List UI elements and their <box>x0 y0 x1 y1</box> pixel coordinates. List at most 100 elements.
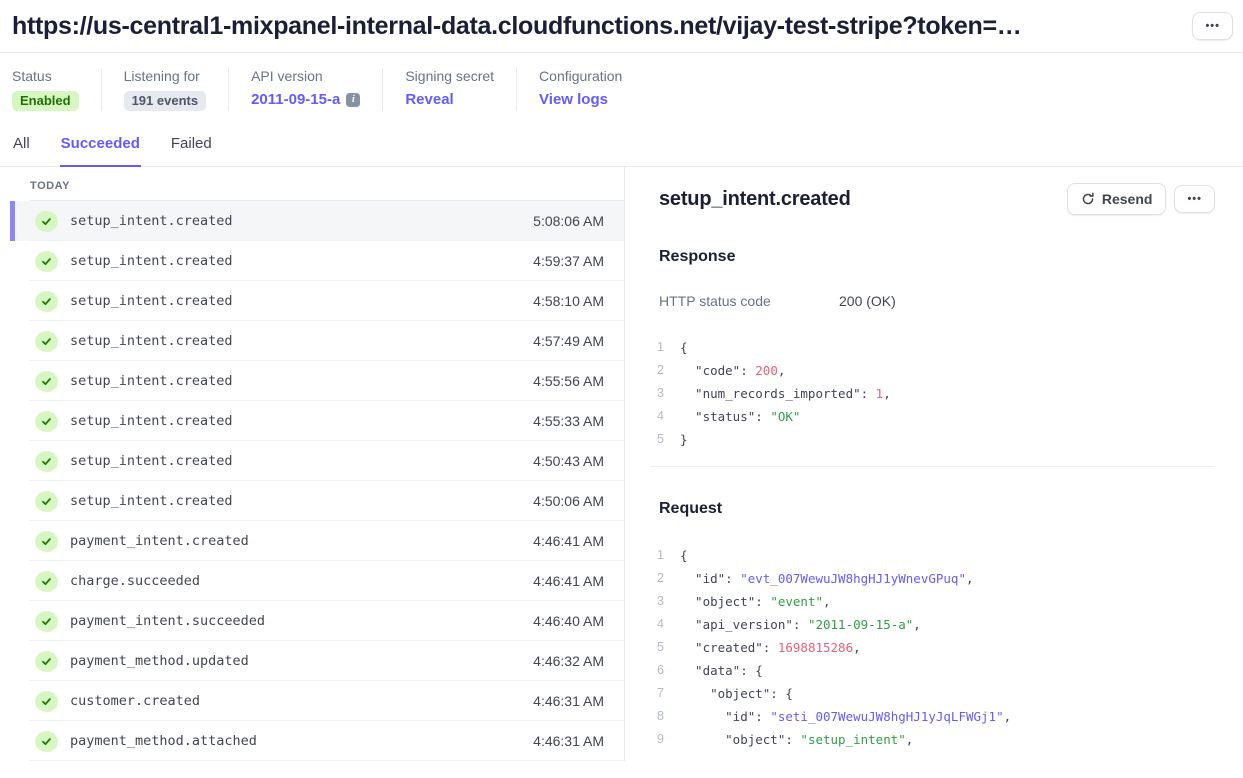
code-text: "num_records_imported": 1, <box>680 382 891 405</box>
reveal-link[interactable]: Reveal <box>405 91 453 108</box>
event-list-item[interactable]: setup_intent.created4:59:37 AM <box>10 241 624 281</box>
code-line: 4 "status": "OK" <box>650 405 1215 428</box>
event-time: 4:50:06 AM <box>533 493 604 509</box>
event-list-item[interactable]: setup_intent.created 4:55:33 AM <box>10 401 624 441</box>
event-list-item[interactable]: payment_intent.succeeded4:46:40 AM <box>10 601 624 641</box>
2011-09-15-a-link[interactable]: 2011-09-15-a <box>251 91 340 108</box>
event-time: 4:55:56 AM <box>533 373 604 389</box>
code-line: 3 "num_records_imported": 1, <box>650 382 1215 405</box>
status-bar: StatusEnabledListening for191 eventsAPI … <box>0 53 1243 133</box>
event-time: 4:46:31 AM <box>533 733 604 749</box>
event-list-item[interactable]: payment_method.attached4:46:31 AM <box>10 721 624 761</box>
event-list-item[interactable]: setup_intent.created5:08:06 AM <box>10 201 624 241</box>
event-name: payment_intent.created <box>70 533 249 549</box>
response-code-block: 1{2 "code": 200,3 "num_records_imported"… <box>650 336 1215 451</box>
event-name: setup_intent.created <box>70 413 233 429</box>
event-detail-pane: setup_intent.created Resend ••• Response… <box>625 167 1243 761</box>
event-list-item[interactable]: payment_intent.created 4:46:41 AM <box>10 521 624 561</box>
status-enabled-badge: Enabled <box>12 91 79 111</box>
event-time: 4:57:49 AM <box>533 333 604 349</box>
line-number: 5 <box>650 636 664 659</box>
success-check-icon <box>35 251 58 272</box>
status-group-status: Status Enabled <box>12 68 101 111</box>
http-status-label: HTTP status code <box>659 293 839 309</box>
event-name: setup_intent.created <box>70 493 233 509</box>
event-name: setup_intent.created <box>70 253 233 269</box>
event-filter-tabs: All Succeeded Failed <box>0 133 1243 167</box>
tab-succeeded[interactable]: Succeeded <box>60 133 141 167</box>
section-divider <box>650 466 1215 467</box>
event-list-item[interactable]: setup_intent.created 4:50:06 AM <box>10 481 624 521</box>
code-line: 5} <box>650 428 1215 451</box>
code-line: 5 "created": 1698815286, <box>650 636 1215 659</box>
line-number: 4 <box>650 405 664 428</box>
success-check-icon <box>35 411 58 432</box>
info-icon: i <box>346 93 360 107</box>
code-line: 2 "id": "evt_007WewuJW8hgHJ1yWnevGPuq", <box>650 567 1215 590</box>
event-list-item[interactable]: customer.created4:46:31 AM <box>10 681 624 721</box>
code-line: 4 "api_version": "2011-09-15-a", <box>650 613 1215 636</box>
request-section-heading: Request <box>659 500 1215 518</box>
event-time: 4:55:33 AM <box>533 413 604 429</box>
event-name: payment_method.updated <box>70 653 249 669</box>
event-time: 4:46:41 AM <box>533 533 604 549</box>
code-text: "api_version": "2011-09-15-a", <box>680 613 921 636</box>
event-list-item[interactable]: payment_method.updated 4:46:32 AM <box>10 641 624 681</box>
event-list-item[interactable]: charge.succeeded 4:46:41 AM <box>10 561 624 601</box>
event-name: charge.succeeded <box>70 573 200 589</box>
tab-all[interactable]: All <box>12 133 31 167</box>
success-check-icon <box>35 611 58 632</box>
line-number: 1 <box>650 544 664 567</box>
code-text: "object": "setup_intent", <box>680 728 913 751</box>
page-header: https://us-central1-mixpanel-internal-da… <box>0 0 1243 53</box>
code-text: { <box>680 544 688 567</box>
code-line: 1{ <box>650 336 1215 359</box>
status-group-label: Configuration <box>539 68 622 84</box>
event-list-item[interactable]: setup_intent.created4:58:10 AM <box>10 281 624 321</box>
event-time: 4:46:32 AM <box>533 653 604 669</box>
line-number: 8 <box>650 705 664 728</box>
line-number: 5 <box>650 428 664 451</box>
tab-failed[interactable]: Failed <box>170 133 213 167</box>
event-name: customer.created <box>70 693 200 709</box>
success-check-icon <box>35 371 58 392</box>
event-time: 4:46:41 AM <box>533 573 604 589</box>
line-number: 4 <box>650 613 664 636</box>
success-check-icon <box>35 531 58 552</box>
line-number: 2 <box>650 567 664 590</box>
view-logs-link[interactable]: View logs <box>539 91 608 108</box>
request-code-block: 1{2 "id": "evt_007WewuJW8hgHJ1yWnevGPuq"… <box>650 544 1215 751</box>
resend-button-label: Resend <box>1102 191 1153 207</box>
success-check-icon <box>35 651 58 672</box>
status-group-label: Signing secret <box>405 68 494 84</box>
status-group-label: Status <box>12 68 79 84</box>
http-status-value: 200 (OK) <box>839 293 896 309</box>
event-group-header: TODAY <box>30 167 624 201</box>
code-line: 1{ <box>650 544 1215 567</box>
success-check-icon <box>35 491 58 512</box>
code-text: "object": { <box>680 682 793 705</box>
main-content: TODAY setup_intent.created5:08:06 AMsetu… <box>0 167 1243 761</box>
code-line: 9 "object": "setup_intent", <box>650 728 1215 751</box>
event-detail-title: setup_intent.created <box>659 188 851 211</box>
response-section-heading: Response <box>659 248 1215 266</box>
code-text: "code": 200, <box>680 359 785 382</box>
line-number: 3 <box>650 382 664 405</box>
code-text: "created": 1698815286, <box>680 636 861 659</box>
line-number: 1 <box>650 336 664 359</box>
status-group-value: Enabled <box>12 91 79 111</box>
detail-more-button[interactable]: ••• <box>1174 185 1215 213</box>
event-list-item[interactable]: setup_intent.created4:55:56 AM <box>10 361 624 401</box>
status-group-value: 191 events <box>124 91 207 111</box>
event-list-item[interactable]: setup_intent.created4:50:43 AM <box>10 441 624 481</box>
header-more-button[interactable]: ••• <box>1192 12 1233 40</box>
success-check-icon <box>35 731 58 752</box>
status-group-api-version: API version 2011-09-15-a i <box>228 68 382 111</box>
events-count-badge: 191 events <box>124 91 207 111</box>
code-text: } <box>680 428 688 451</box>
status-group-label: API version <box>251 68 360 84</box>
event-list-item[interactable]: setup_intent.created4:57:49 AM <box>10 321 624 361</box>
resend-button[interactable]: Resend <box>1067 183 1167 215</box>
event-time: 4:50:43 AM <box>533 453 604 469</box>
status-group-configuration: Configuration View logs <box>516 68 644 111</box>
